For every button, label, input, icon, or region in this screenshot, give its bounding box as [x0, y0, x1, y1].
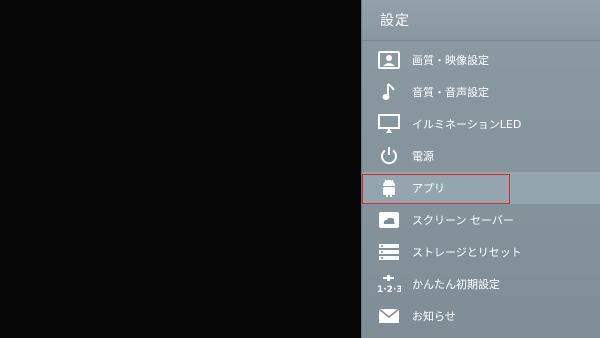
tv-screen-area	[0, 0, 361, 338]
menu-item-illumination[interactable]: イルミネーションLED	[362, 108, 600, 140]
screensaver-icon	[376, 209, 402, 231]
menu-item-notice[interactable]: お知らせ	[362, 300, 600, 332]
storage-icon	[376, 241, 402, 263]
monitor-icon	[376, 113, 402, 135]
menu-item-label: 画質・映像設定	[412, 54, 489, 67]
menu-item-label: イルミネーションLED	[412, 118, 522, 131]
power-icon	[376, 145, 402, 167]
menu-item-picture[interactable]: 画質・映像設定	[362, 44, 600, 76]
menu-item-label: ストレージとリセット	[412, 246, 522, 259]
menu-item-sound[interactable]: 音質・音声設定	[362, 76, 600, 108]
music-note-icon	[376, 81, 402, 103]
menu-item-setup[interactable]: 1·2·3 かんたん初期設定	[362, 268, 600, 300]
menu-item-storage[interactable]: ストレージとリセット	[362, 236, 600, 268]
setup-123-icon: 1·2·3	[376, 273, 402, 295]
menu-item-apps[interactable]: アプリ	[362, 172, 600, 204]
panel-title: 設定	[362, 0, 600, 41]
menu-item-label: 電源	[412, 150, 434, 163]
menu-item-label: かんたん初期設定	[412, 278, 500, 291]
settings-menu: 画質・映像設定 音質・音声設定 イルミネーションLED 電源 アプリ スクリーン…	[362, 44, 600, 332]
menu-item-screensaver[interactable]: スクリーン セーバー	[362, 204, 600, 236]
menu-item-label: スクリーン セーバー	[412, 214, 514, 227]
menu-item-label: お知らせ	[412, 310, 456, 323]
menu-item-label: 音質・音声設定	[412, 86, 489, 99]
svg-text:1·2·3: 1·2·3	[377, 285, 401, 294]
mail-icon	[376, 305, 402, 327]
menu-item-power[interactable]: 電源	[362, 140, 600, 172]
picture-icon	[376, 49, 402, 71]
focus-highlight	[362, 174, 510, 204]
settings-panel: 設定 画質・映像設定 音質・音声設定 イルミネーションLED 電源 アプリ スク…	[361, 0, 600, 338]
